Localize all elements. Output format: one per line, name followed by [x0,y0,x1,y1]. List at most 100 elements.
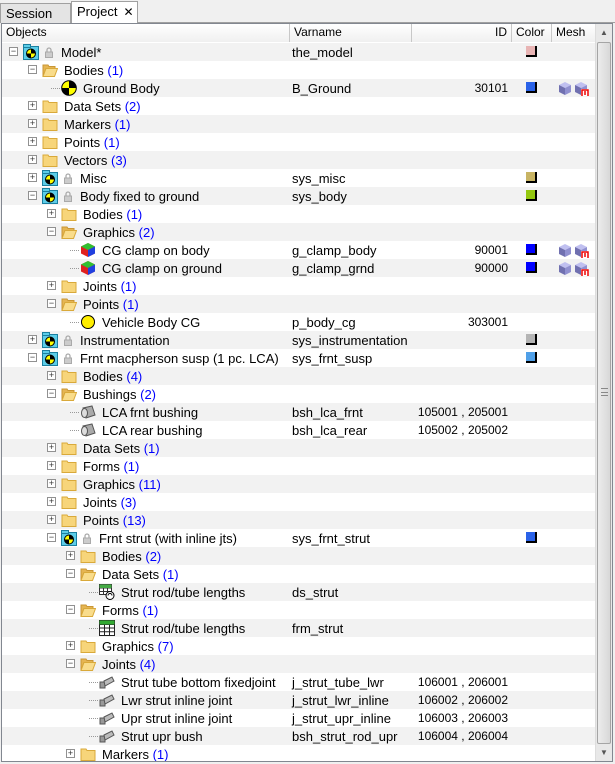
scroll-thumb[interactable] [597,42,611,744]
tree-row[interactable]: Upr strut inline joint j_strut_upr_inline… [2,709,596,727]
expand-toggle[interactable]: + [28,173,37,182]
collapse-toggle[interactable]: − [47,389,56,398]
tree-row[interactable]: − Body fixed to ground sys_body [2,187,596,205]
tree-row[interactable]: − Model* the_model [2,43,596,61]
scroll-up-button[interactable]: ▲ [596,24,612,41]
expand-toggle[interactable]: + [28,119,37,128]
collapse-toggle[interactable]: − [47,533,56,542]
lock-icon[interactable] [45,46,53,58]
tree-row[interactable]: − Frnt macpherson susp (1 pc. LCA) sys_frn… [2,349,596,367]
tree-row[interactable]: − Graphics (2) [2,223,596,241]
column-objects[interactable]: Objects [2,24,290,42]
color-swatch[interactable] [526,244,537,255]
tree-row[interactable]: + Vectors (3) [2,151,596,169]
expand-toggle[interactable]: + [47,281,56,290]
tree-row[interactable]: − Points (1) [2,295,596,313]
tree-row[interactable]: + Graphics (7) [2,637,596,655]
color-swatch[interactable] [526,262,537,273]
lock-icon[interactable] [64,352,72,364]
tree-row[interactable]: CG clamp on ground g_clamp_grnd 90000 [2,259,596,277]
tab-project[interactable]: Project ✕ [71,1,138,23]
column-varname[interactable]: Varname [290,24,412,42]
column-mesh[interactable]: Mesh [552,24,596,42]
mesh-icon[interactable] [557,242,573,258]
collapse-toggle[interactable]: − [66,605,75,614]
tree-row[interactable]: Vehicle Body CG p_body_cg 303001 [2,313,596,331]
collapse-toggle[interactable]: − [9,47,18,56]
column-id[interactable]: ID [412,24,512,42]
tree-row[interactable]: + Misc sys_misc [2,169,596,187]
lock-icon[interactable] [83,532,91,544]
tree-row[interactable]: CG clamp on body g_clamp_body 90001 [2,241,596,259]
tree-row[interactable]: + Data Sets (2) [2,97,596,115]
collapse-toggle[interactable]: − [28,191,37,200]
tree-row[interactable]: Strut rod/tube lengths ds_strut [2,583,596,601]
tree-row[interactable]: Ground Body B_Ground 30101 [2,79,596,97]
tree-row[interactable]: + Joints (1) [2,277,596,295]
mesh-icon[interactable] [557,80,573,96]
tree-row[interactable]: + Points (13) [2,511,596,529]
mesh-icon[interactable] [557,260,573,276]
tree-row[interactable]: − Data Sets (1) [2,565,596,583]
lock-icon[interactable] [64,190,72,202]
tree-row[interactable]: + Graphics (11) [2,475,596,493]
mesh-flex-icon[interactable] [573,242,589,258]
tree-row[interactable]: LCA rear bushing bsh_lca_rear 105002 , 205… [2,421,596,439]
tree-row[interactable]: − Joints (4) [2,655,596,673]
tree-row[interactable]: Strut upr bush bsh_strut_rod_upr 106004 , … [2,727,596,745]
expand-toggle[interactable]: + [47,371,56,380]
tab-session[interactable]: Session [0,3,71,23]
collapse-toggle[interactable]: − [47,227,56,236]
collapse-toggle[interactable]: − [28,353,37,362]
color-swatch[interactable] [526,172,537,183]
tree-row[interactable]: Strut rod/tube lengths frm_strut [2,619,596,637]
tree-row[interactable]: + Instrumentation sys_instrumentation [2,331,596,349]
vertical-scrollbar[interactable]: ▲ ▼ [595,24,612,761]
tree-row[interactable]: − Frnt strut (with inline jts) sys_frnt_st… [2,529,596,547]
expand-toggle[interactable]: + [47,515,56,524]
color-swatch[interactable] [526,46,537,57]
mesh-flex-icon[interactable] [573,80,589,96]
tree-row[interactable]: + Points (1) [2,133,596,151]
tree-row[interactable]: − Bodies (1) [2,61,596,79]
collapse-toggle[interactable]: − [66,569,75,578]
tree-row[interactable]: − Forms (1) [2,601,596,619]
scroll-down-button[interactable]: ▼ [596,744,612,761]
tree-row[interactable]: − Bushings (2) [2,385,596,403]
expand-toggle[interactable]: + [28,137,37,146]
lock-icon[interactable] [64,334,72,346]
lock-icon[interactable] [64,172,72,184]
expand-toggle[interactable]: + [47,497,56,506]
expand-toggle[interactable]: + [28,155,37,164]
tree-row[interactable]: + Data Sets (1) [2,439,596,457]
close-icon[interactable]: ✕ [123,5,133,19]
color-swatch[interactable] [526,532,537,543]
collapse-toggle[interactable]: − [28,65,37,74]
color-swatch[interactable] [526,352,537,363]
collapse-toggle[interactable]: − [47,299,56,308]
tree-row[interactable]: Lwr strut inline joint j_strut_lwr_inline… [2,691,596,709]
color-swatch[interactable] [526,334,537,345]
tree-row[interactable]: + Markers (1) [2,745,596,761]
tree-row[interactable]: + Markers (1) [2,115,596,133]
expand-toggle[interactable]: + [66,551,75,560]
collapse-toggle[interactable]: − [66,659,75,668]
tree-row[interactable]: + Bodies (2) [2,547,596,565]
tree-row[interactable]: + Forms (1) [2,457,596,475]
expand-toggle[interactable]: + [47,209,56,218]
tree-row[interactable]: + Bodies (4) [2,367,596,385]
tree-row[interactable]: + Bodies (1) [2,205,596,223]
mesh-flex-icon[interactable] [573,260,589,276]
expand-toggle[interactable]: + [47,479,56,488]
color-swatch[interactable] [526,190,537,201]
expand-toggle[interactable]: + [28,335,37,344]
color-swatch[interactable] [526,82,537,93]
expand-toggle[interactable]: + [47,443,56,452]
tree-row[interactable]: LCA frnt bushing bsh_lca_frnt 105001 , 205… [2,403,596,421]
column-color[interactable]: Color [512,24,552,42]
expand-toggle[interactable]: + [66,749,75,758]
tree-row[interactable]: + Joints (3) [2,493,596,511]
expand-toggle[interactable]: + [47,461,56,470]
tree-row[interactable]: Strut tube bottom fixedjoint j_strut_tube… [2,673,596,691]
expand-toggle[interactable]: + [66,641,75,650]
